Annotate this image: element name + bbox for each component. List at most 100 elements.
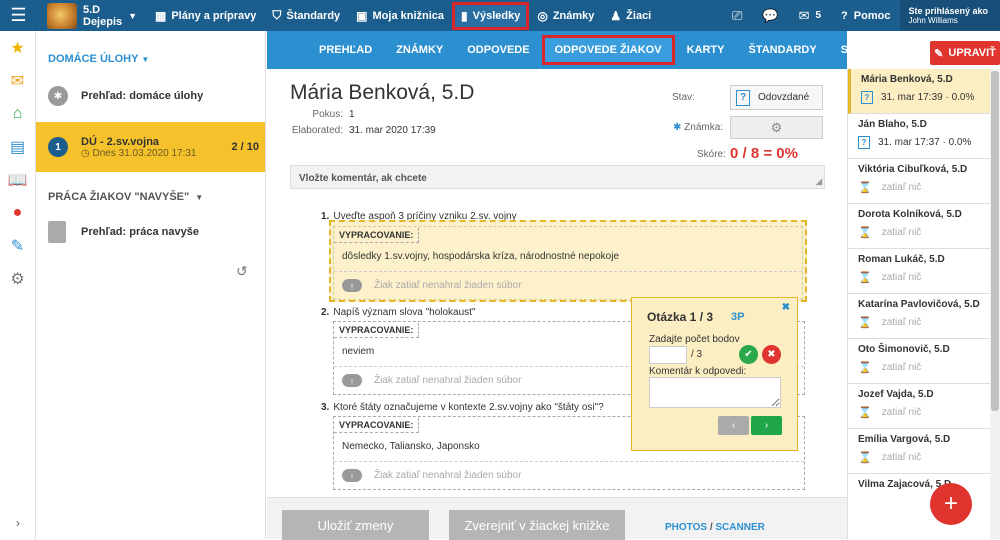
- student-item[interactable]: Emília Vargová, 5.D ⌛ zatiaľ nič: [848, 429, 990, 474]
- question-text: Ktoré štáty označujeme v kontexte 2.sv.v…: [333, 402, 604, 413]
- points-input[interactable]: [649, 346, 687, 364]
- student-item[interactable]: Dorota Kolníková, 5.D ⌛ zatiaľ nič: [848, 204, 990, 249]
- close-icon[interactable]: ✖: [782, 302, 790, 313]
- comment-placeholder: Vložte komentár, ak chcete: [299, 173, 427, 184]
- upload-area[interactable]: ↑ Žiak zatiaľ nenahral žiaden súbor: [334, 461, 804, 489]
- scrollbar[interactable]: [990, 69, 1000, 539]
- comment-field[interactable]: Vložte komentár, ak chcete ◢: [290, 165, 825, 189]
- score-value: 0 / 8 = 0%: [730, 145, 798, 162]
- book-icon[interactable]: 📖: [0, 163, 35, 196]
- homework-header[interactable]: DOMÁCE ÚLOHY ▼: [36, 31, 265, 76]
- nav-label: Štandardy: [286, 9, 341, 22]
- grade-button[interactable]: ⚙: [730, 116, 823, 139]
- pencil-icon[interactable]: ✎: [0, 229, 35, 262]
- student-item[interactable]: Mária Benková, 5.D ? 31. mar 17:39 · 0.0%: [848, 69, 990, 114]
- answer-1-highlight[interactable]: VYPRACOVANIE: dôsledky 1.sv.vojny, hospo…: [329, 220, 807, 302]
- save-button[interactable]: Uložiť zmeny: [282, 510, 429, 540]
- chat-icon[interactable]: 💬: [752, 8, 788, 24]
- overview-extra[interactable]: Prehľad: práca navyše: [36, 212, 265, 252]
- next-question-button[interactable]: ›: [751, 416, 782, 435]
- photos-scanner-link[interactable]: PHOTOS / SCANNER: [665, 522, 765, 533]
- resize-handle[interactable]: ◢: [816, 177, 822, 186]
- student-item[interactable]: Katarína Pavlovičová, 5.D ⌛ zatiaľ nič: [848, 294, 990, 339]
- gear-icon[interactable]: ⚙: [0, 262, 35, 295]
- calendar-icon: ▦: [155, 8, 167, 23]
- cloud-upload-icon: ↑: [342, 279, 362, 292]
- messages-button[interactable]: ✉ 5: [789, 8, 831, 24]
- student-item-name: Ján Blaho, 5.D: [858, 119, 927, 130]
- student-item-name: Jozef Vajda, 5.D: [858, 389, 934, 400]
- gear-icon: ✱: [48, 86, 68, 106]
- status-badge[interactable]: ? Odovzdané: [730, 85, 823, 110]
- home-icon[interactable]: ⌂: [0, 97, 35, 130]
- discussion-icon[interactable]: ●: [0, 196, 35, 229]
- extra-work-header[interactable]: PRÁCA ŽIAKOV "NAVYŠE" ▼: [36, 182, 265, 212]
- publish-button[interactable]: Zverejniť v žiackej knižke: [449, 510, 625, 540]
- reject-button[interactable]: ✖: [762, 345, 781, 364]
- answer-text: dôsledky 1.sv.vojny, hospodárska kríza, …: [342, 251, 620, 262]
- tab-bar: PREHĽAD ZNÁMKY ODPOVEDE ODPOVEDE ŽIAKOV …: [267, 31, 960, 69]
- chevron-right-icon[interactable]: ›: [0, 506, 36, 539]
- question-2: 2. Napíš význam slova "holokaust": [321, 307, 476, 318]
- logged-as-label: Ste prihlásený ako: [908, 5, 988, 16]
- nav-students[interactable]: ♟ Žiaci: [602, 0, 659, 31]
- homework-item-active[interactable]: 1 DÚ - 2.sv.vojna ◷ Dnes 31.03.2020 17:3…: [36, 122, 265, 172]
- add-button[interactable]: +: [930, 483, 972, 525]
- answer-comment-input[interactable]: [649, 377, 781, 408]
- upload-area[interactable]: ↑ Žiak zatiaľ nenahral žiaden súbor: [334, 271, 802, 299]
- tab-grades[interactable]: ZNÁMKY: [384, 31, 455, 69]
- nav-plans[interactable]: ▦ Plány a prípravy: [147, 0, 264, 31]
- overview-homework[interactable]: ✱ Prehľad: domáce úlohy: [36, 76, 265, 116]
- nav-label: Známky: [552, 9, 595, 22]
- class-avatar: [47, 2, 77, 29]
- photos-label: PHOTOS: [665, 522, 708, 533]
- mail-icon: ✉: [798, 7, 810, 23]
- scrollbar-thumb[interactable]: [991, 71, 999, 411]
- user-menu[interactable]: Ste prihlásený ako John Williams: [900, 0, 1000, 31]
- board-icon[interactable]: ▤: [0, 130, 35, 163]
- history-icon[interactable]: ↺: [236, 263, 248, 280]
- nav-library[interactable]: ▣ Moja knižnica: [348, 0, 452, 31]
- question-number: 2.: [321, 307, 330, 318]
- tab-answers[interactable]: ODPOVEDE: [455, 31, 541, 69]
- student-item[interactable]: Viktória Cibuľková, 5.D ⌛ zatiaľ nič: [848, 159, 990, 204]
- confirm-button[interactable]: ✔: [739, 345, 758, 364]
- star-icon[interactable]: ★: [0, 31, 35, 64]
- nav-grades[interactable]: ◎ Známky: [529, 0, 602, 31]
- student-item-status: zatiaľ nič: [881, 317, 922, 328]
- help-button[interactable]: ? Pomoc: [831, 10, 900, 22]
- top-bar: ☰ 5.D Dejepis ▼ ▦ Plány a prípravy ⛉ Štand…: [0, 0, 1000, 31]
- student-item-status: 31. mar 17:39 · 0.0%: [881, 92, 975, 103]
- tab-standards[interactable]: ŠTANDARDY: [736, 31, 828, 69]
- prev-question-button[interactable]: ‹: [718, 416, 749, 435]
- class-subject: Dejepis: [83, 15, 123, 28]
- gear-icon: ✱: [673, 122, 685, 133]
- answer-1: VYPRACOVANIE: dôsledky 1.sv.vojny, hospo…: [333, 226, 803, 300]
- menu-icon[interactable]: ☰: [0, 0, 37, 31]
- student-item-name: Emília Vargová, 5.D: [858, 434, 951, 445]
- edit-button[interactable]: ✎ UPRAVIŤ: [930, 41, 1000, 65]
- student-item[interactable]: Jozef Vajda, 5.D ⌛ zatiaľ nič: [848, 384, 990, 429]
- student-item-name: Oto Šimonovič, 5.D: [858, 344, 950, 355]
- cast-icon[interactable]: ⎚: [722, 8, 752, 24]
- icon-rail: ★ ✉ ⌂ ▤ 📖 ● ✎ ⚙ ›: [0, 31, 36, 539]
- student-item-status: zatiaľ nič: [881, 182, 922, 193]
- tab-cards[interactable]: KARTY: [675, 31, 737, 69]
- student-item[interactable]: Oto Šimonovič, 5.D ⌛ zatiaľ nič: [848, 339, 990, 384]
- homework-number: 1: [48, 137, 68, 157]
- hourglass-icon: ⌛: [858, 317, 872, 329]
- logged-user: John Williams: [908, 15, 958, 25]
- student-item-status: zatiaľ nič: [881, 452, 922, 463]
- status-value: Odovzdané: [758, 92, 810, 103]
- nav-standards[interactable]: ⛉ Štandardy: [264, 0, 348, 31]
- caret-down-icon: ▼: [141, 55, 150, 64]
- tab-student-answers[interactable]: ODPOVEDE ŽIAKOV: [541, 35, 675, 65]
- chevron-right-icon: ›: [764, 420, 769, 431]
- tab-overview[interactable]: PREHĽAD: [307, 31, 384, 69]
- nav-results[interactable]: ▮ Výsledky: [452, 1, 530, 30]
- envelope-icon[interactable]: ✉: [0, 64, 35, 97]
- class-selector[interactable]: 5.D Dejepis ▼: [37, 0, 147, 31]
- student-item[interactable]: Roman Lukáč, 5.D ⌛ zatiaľ nič: [848, 249, 990, 294]
- messages-count: 5: [815, 10, 822, 21]
- student-item[interactable]: Ján Blaho, 5.D ? 31. mar 17:37 · 0.0%: [848, 114, 990, 159]
